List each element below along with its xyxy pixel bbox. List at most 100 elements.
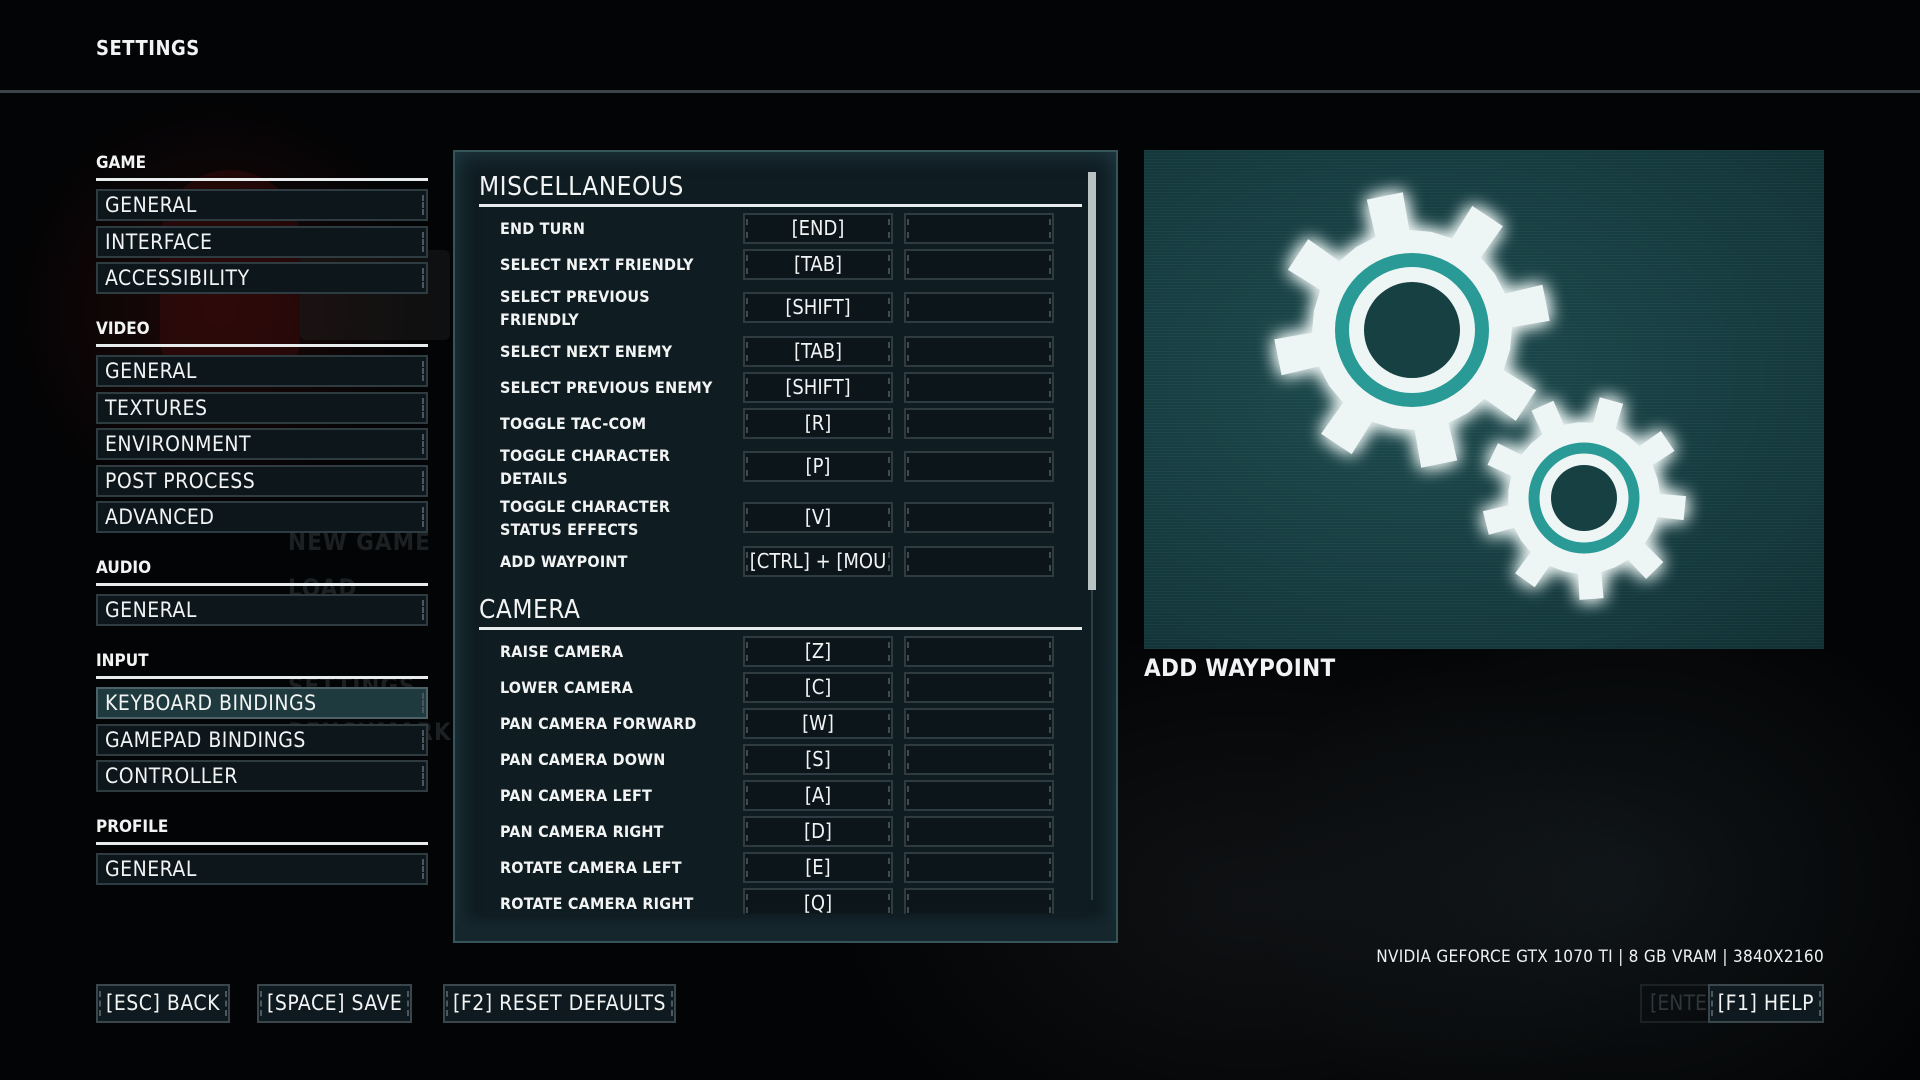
- keybindings-list: MISCELLANEOUS END TURN [END] SELECT NEXT FR…: [479, 170, 1082, 914]
- binding-secondary-key[interactable]: [904, 371, 1054, 403]
- binding-row: RAISE CAMERA [Z]: [479, 633, 1082, 669]
- sidebar-group-audio: AUDIO GENERAL: [96, 555, 428, 626]
- sidebar-item-input-keyboard-bindings[interactable]: KEYBOARD BINDINGS: [96, 687, 428, 719]
- binding-action-label: RAISE CAMERA: [500, 641, 624, 661]
- binding-action-label: END TURN: [500, 218, 586, 238]
- binding-secondary-key[interactable]: [904, 335, 1054, 367]
- binding-action-label: ADD WAYPOINT: [500, 551, 628, 571]
- sidebar-item-video-post-process[interactable]: POST PROCESS: [96, 464, 428, 497]
- gear-hole: [1364, 282, 1460, 378]
- binding-primary-key[interactable]: [C]: [743, 671, 893, 703]
- sidebar-item-video-textures[interactable]: TEXTURES: [96, 391, 428, 424]
- binding-action-label: TOGGLE CHARACTER DETAILS: [500, 445, 671, 488]
- binding-secondary-key[interactable]: [904, 212, 1054, 244]
- section-divider: [479, 204, 1082, 207]
- binding-row: ROTATE CAMERA RIGHT [Q]: [479, 885, 1082, 914]
- sidebar-group-divider: [96, 178, 428, 181]
- binding-primary-key[interactable]: [P]: [743, 451, 893, 482]
- binding-primary-key[interactable]: [TAB]: [743, 335, 893, 367]
- reset-defaults-button[interactable]: [F2] RESET DEFAULTS: [443, 984, 676, 1023]
- binding-row: PAN CAMERA FORWARD [W]: [479, 705, 1082, 741]
- binding-primary-key[interactable]: [Z]: [743, 635, 893, 667]
- binding-action-label: PAN CAMERA FORWARD: [500, 713, 697, 733]
- sidebar-item-video-general[interactable]: GENERAL: [96, 355, 428, 387]
- binding-primary-key[interactable]: [END]: [743, 212, 893, 244]
- binding-row: TOGGLE TAC-COM [R]: [479, 405, 1082, 441]
- sidebar-item-video-environment[interactable]: ENVIRONMENT: [96, 428, 428, 460]
- binding-action-label: TOGGLE CHARACTER STATUS EFFECTS: [500, 496, 671, 539]
- settings-sidebar: GAME GENERAL INTERFACE ACCESSIBILITY VIDEO GE…: [96, 150, 428, 907]
- sidebar-group-game: GAME GENERAL INTERFACE ACCESSIBILITY: [96, 150, 428, 294]
- binding-row: TOGGLE CHARACTER DETAILS [P]: [479, 441, 1082, 492]
- ghost-enter-button: [ENTE: [1640, 984, 1717, 1023]
- binding-secondary-key[interactable]: [904, 707, 1054, 739]
- binding-secondary-key[interactable]: [904, 502, 1054, 533]
- binding-row: ROTATE CAMERA LEFT [E]: [479, 849, 1082, 885]
- sidebar-group-title: INPUT: [96, 651, 149, 671]
- binding-secondary-key[interactable]: [904, 451, 1054, 482]
- binding-row: LOWER CAMERA [C]: [479, 669, 1082, 705]
- small-gear-icon: [1482, 397, 1686, 600]
- sidebar-group-divider: [96, 842, 428, 845]
- binding-secondary-key[interactable]: [904, 407, 1054, 439]
- binding-primary-key[interactable]: [SHIFT]: [743, 371, 893, 403]
- back-button[interactable]: [ESC] BACK: [96, 984, 230, 1023]
- binding-primary-key[interactable]: [E]: [743, 851, 893, 883]
- binding-secondary-key[interactable]: [904, 851, 1054, 883]
- binding-action-label: LOWER CAMERA: [500, 677, 634, 697]
- sidebar-group-title: PROFILE: [96, 817, 169, 837]
- binding-row: SELECT NEXT ENEMY [TAB]: [479, 333, 1082, 369]
- binding-action-label: PAN CAMERA DOWN: [500, 749, 666, 769]
- gear-hole: [1551, 465, 1617, 531]
- binding-row: PAN CAMERA DOWN [S]: [479, 741, 1082, 777]
- sidebar-group-input: INPUT KEYBOARD BINDINGS GAMEPAD BINDINGS CO…: [96, 648, 428, 792]
- binding-primary-key[interactable]: [SHIFT]: [743, 292, 893, 323]
- binding-secondary-key[interactable]: [904, 248, 1054, 280]
- binding-secondary-key[interactable]: [904, 635, 1054, 667]
- binding-primary-key[interactable]: [A]: [743, 779, 893, 811]
- binding-row: SELECT NEXT FRIENDLY [TAB]: [479, 246, 1082, 282]
- sidebar-item-game-interface[interactable]: INTERFACE: [96, 225, 428, 258]
- binding-primary-key[interactable]: [R]: [743, 407, 893, 439]
- binding-secondary-key[interactable]: [904, 743, 1054, 775]
- binding-action-label: SELECT PREVIOUS ENEMY: [500, 377, 713, 397]
- sidebar-group-title: GAME: [96, 153, 147, 173]
- section-title-camera: CAMERA: [479, 595, 581, 625]
- sidebar-item-game-general[interactable]: GENERAL: [96, 189, 428, 221]
- preview-title: ADD WAYPOINT: [1144, 654, 1336, 682]
- binding-primary-key[interactable]: [S]: [743, 743, 893, 775]
- keybindings-panel: MISCELLANEOUS END TURN [END] SELECT NEXT FR…: [453, 150, 1118, 943]
- binding-row: END TURN [END]: [479, 210, 1082, 246]
- binding-action-label: PAN CAMERA LEFT: [500, 785, 653, 805]
- sidebar-group-video: VIDEO GENERAL TEXTURES ENVIRONMENT POST PROC…: [96, 316, 428, 533]
- binding-row: SELECT PREVIOUS FRIENDLY [SHIFT]: [479, 282, 1082, 333]
- sidebar-group-title: AUDIO: [96, 558, 152, 578]
- scrollbar-thumb[interactable]: [1088, 172, 1096, 590]
- binding-row: PAN CAMERA LEFT [A]: [479, 777, 1082, 813]
- binding-primary-key[interactable]: [V]: [743, 502, 893, 533]
- binding-secondary-key[interactable]: [904, 292, 1054, 323]
- binding-action-label: SELECT NEXT ENEMY: [500, 341, 673, 361]
- help-button[interactable]: [F1] HELP: [1707, 984, 1824, 1023]
- section-divider: [479, 627, 1082, 630]
- binding-action-label: PAN CAMERA RIGHT: [500, 821, 664, 841]
- binding-secondary-key[interactable]: [904, 545, 1054, 577]
- binding-secondary-key[interactable]: [904, 671, 1054, 703]
- sidebar-item-input-gamepad-bindings[interactable]: GAMEPAD BINDINGS: [96, 723, 428, 756]
- binding-primary-key[interactable]: [W]: [743, 707, 893, 739]
- sidebar-item-audio-general[interactable]: GENERAL: [96, 594, 428, 626]
- sidebar-item-game-accessibility[interactable]: ACCESSIBILITY: [96, 262, 428, 294]
- binding-primary-key[interactable]: [D]: [743, 815, 893, 847]
- sidebar-group-title: VIDEO: [96, 319, 150, 339]
- sidebar-item-profile-general[interactable]: GENERAL: [96, 853, 428, 885]
- binding-primary-key[interactable]: [CTRL] + [MOU: [743, 545, 893, 577]
- large-gear-icon: [1274, 192, 1550, 468]
- section-title-miscellaneous: MISCELLANEOUS: [479, 172, 684, 202]
- binding-primary-key[interactable]: [TAB]: [743, 248, 893, 280]
- binding-secondary-key[interactable]: [904, 779, 1054, 811]
- save-button[interactable]: [SPACE] SAVE: [257, 984, 413, 1023]
- binding-secondary-key[interactable]: [904, 815, 1054, 847]
- sidebar-item-video-advanced[interactable]: ADVANCED: [96, 501, 428, 533]
- sidebar-item-input-controller[interactable]: CONTROLLER: [96, 760, 428, 792]
